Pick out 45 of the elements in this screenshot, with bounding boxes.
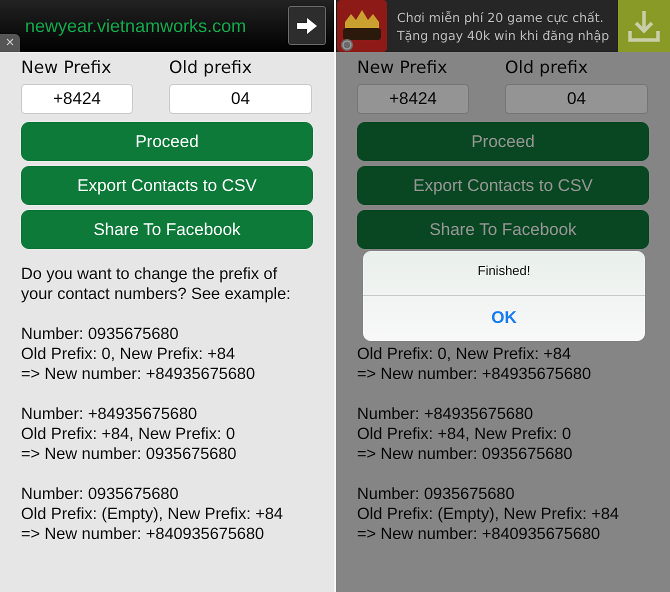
text-line: Old Prefix: 0, New Prefix: +84	[357, 344, 572, 364]
ad-text: Tặng ngay 40k win khi đăng nhập	[397, 28, 610, 42]
text-line: => New number: +84935675680	[21, 364, 255, 384]
ok-button[interactable]: OK	[363, 295, 645, 340]
text-line: => New number: 0935675680	[357, 444, 572, 464]
text-line: Number: +84935675680	[357, 404, 534, 424]
download-icon	[627, 9, 661, 43]
field-label: Old prefix	[505, 58, 589, 78]
ad-banner[interactable]: Chơi miễn phí 20 game cực chất. Tặng ngay 40k win khi đăng nhập	[336, 0, 670, 52]
text-line: => New number: 0935675680	[21, 444, 236, 464]
text-line: Old Prefix: 0, New Prefix: +84	[21, 344, 236, 364]
close-button[interactable]: ×	[0, 34, 20, 52]
action-button[interactable]: Proceed	[357, 122, 649, 161]
text-line: => New number: +840935675680	[21, 524, 264, 544]
prefix-input[interactable]: 04	[169, 84, 312, 114]
banner-url[interactable]: newyear.vietnamworks.com	[25, 16, 246, 36]
prefix-input[interactable]: +8424	[357, 84, 469, 114]
ad-banner[interactable]: newyear.vietnamworks.com ×	[0, 0, 334, 52]
text-line: Do you want to change the prefix of	[21, 264, 278, 284]
field-label: New Prefix	[357, 58, 448, 78]
field-label: New Prefix	[21, 58, 112, 78]
prefix-input[interactable]: +8424	[21, 84, 133, 114]
text-line: => New number: +84935675680	[357, 364, 591, 384]
text-line: => New number: +840935675680	[357, 524, 600, 544]
text-line: Number: 0935675680	[21, 324, 179, 344]
action-button[interactable]: Export Contacts to CSV	[21, 166, 313, 205]
text-line: Old Prefix: +84, New Prefix: 0	[357, 424, 572, 444]
text-line: Number: 0935675680	[357, 484, 515, 504]
text-line: Number: +84935675680	[21, 404, 198, 424]
text-line: your contact numbers? See example:	[21, 284, 291, 304]
field-label: Old prefix	[169, 58, 253, 78]
arrow-button[interactable]	[288, 6, 326, 45]
game-logo-icon	[337, 0, 387, 52]
alert-title: Finished!	[478, 263, 530, 280]
arrow-right-icon	[296, 16, 318, 34]
action-button[interactable]: Export Contacts to CSV	[357, 166, 649, 205]
ad-text: Chơi miễn phí 20 game cực chất.	[397, 10, 605, 24]
action-button[interactable]: Share To Facebook	[21, 210, 313, 249]
text-line: Old Prefix: (Empty), New Prefix: +84	[21, 504, 283, 524]
action-button[interactable]: Share To Facebook	[357, 210, 649, 249]
text-line: Old Prefix: +84, New Prefix: 0	[21, 424, 236, 444]
text-line: Number: 0935675680	[21, 484, 179, 504]
prefix-input[interactable]: 04	[505, 84, 648, 114]
text-line: Old Prefix: (Empty), New Prefix: +84	[357, 504, 619, 524]
action-button[interactable]: Proceed	[21, 122, 313, 161]
